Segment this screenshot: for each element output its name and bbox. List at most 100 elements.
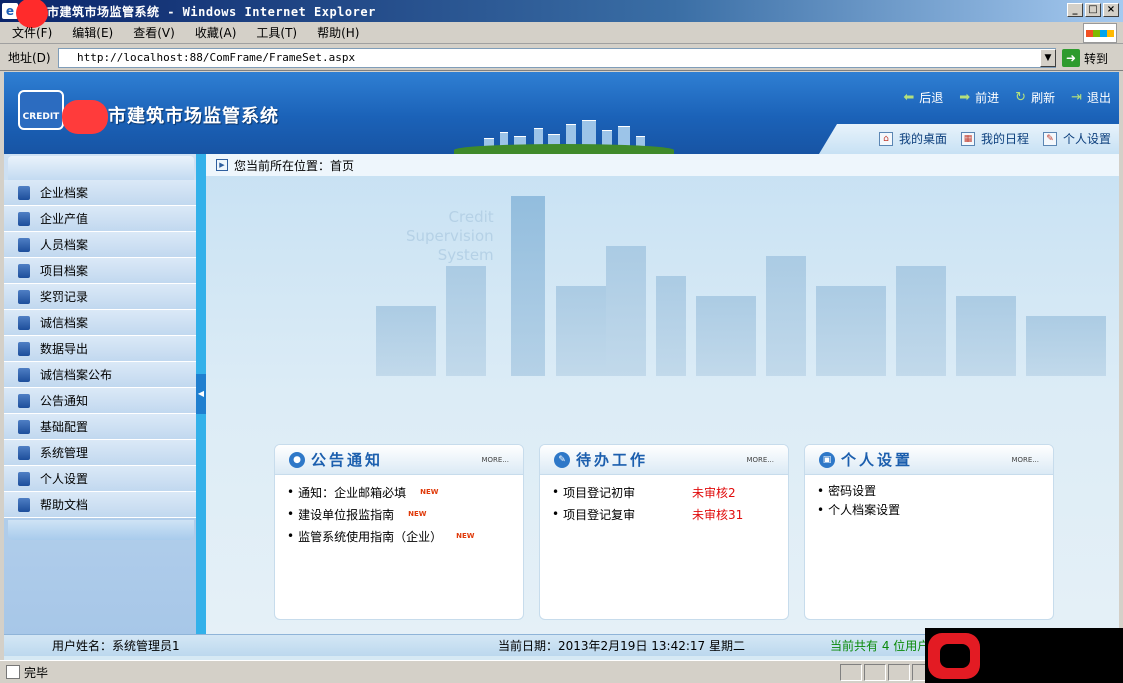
system-title: 市建筑市场监管系统 xyxy=(108,106,279,127)
sidebar-item-help-docs[interactable]: 帮助文档 xyxy=(4,492,196,518)
minimize-button[interactable]: _ xyxy=(1067,3,1083,17)
sidebar-item-project-archive[interactable]: 项目档案 xyxy=(4,258,196,284)
personal-item[interactable]: • 个人档案设置 xyxy=(817,500,1053,519)
app-header: CREDIT 市建筑市场监管系统 ⬅ 后退 ➡ 前进 ↻ 刷新 ⇥ 退出 ⌂ 我… xyxy=(4,72,1119,154)
address-input[interactable]: http://localhost:88/ComFrame/FrameSet.as… xyxy=(58,48,1056,68)
notice-item[interactable]: • 通知：企业邮箱必填 NEW xyxy=(287,481,523,503)
menu-edit[interactable]: 编辑(E) xyxy=(60,24,121,41)
book-icon xyxy=(18,263,30,278)
sidebar-item-credit-publish[interactable]: 诚信档案公布 xyxy=(4,362,196,388)
breadcrumb-text: 您当前所在位置：首页 xyxy=(234,158,355,173)
city-background xyxy=(206,176,1119,376)
address-dropdown-icon[interactable]: ▼ xyxy=(1040,49,1056,67)
sidebar-item-label: 公告通知 xyxy=(40,394,89,408)
my-schedule-link[interactable]: ▦ 我的日程 xyxy=(960,130,1029,147)
exit-icon: ⇥ xyxy=(1071,90,1082,105)
new-badge-icon: NEW xyxy=(408,510,427,518)
windows-logo-icon xyxy=(1083,23,1117,43)
todo-item[interactable]: • 项目登记复审 未审核31 xyxy=(552,503,788,525)
sidebar-item-personnel-archive[interactable]: 人员档案 xyxy=(4,232,196,258)
watermark-line: Credit xyxy=(448,208,494,226)
menu-help[interactable]: 帮助(H) xyxy=(305,24,367,41)
menubar: 文件(F) 编辑(E) 查看(V) 收藏(A) 工具(T) 帮助(H) xyxy=(0,22,1123,44)
personal-settings-label: 个人设置 xyxy=(1062,132,1111,146)
menu-tools[interactable]: 工具(T) xyxy=(244,24,305,41)
refresh-icon: ↻ xyxy=(1015,90,1027,105)
notice-panel-title: 公告通知 xyxy=(311,451,384,469)
sidebar-item-system-admin[interactable]: 系统管理 xyxy=(4,440,196,466)
app-frame: CREDIT 市建筑市场监管系统 ⬅ 后退 ➡ 前进 ↻ 刷新 ⇥ 退出 ⌂ 我… xyxy=(4,72,1119,662)
address-bar: 地址(D) http://localhost:88/ComFrame/Frame… xyxy=(0,45,1123,71)
todo-item-text: 项目登记复审 xyxy=(563,507,636,522)
sidebar-item-announcements[interactable]: 公告通知 xyxy=(4,388,196,414)
book-icon xyxy=(18,419,30,434)
forward-arrow-icon: ➡ xyxy=(959,90,971,105)
go-button[interactable]: ➜ 转到 xyxy=(1062,48,1108,68)
sidebar-item-label: 奖罚记录 xyxy=(40,290,89,304)
todo-status[interactable]: 未审核2 xyxy=(692,484,736,501)
notice-item-text: 监管系统使用指南（企业） xyxy=(298,529,443,544)
personal-item[interactable]: • 密码设置 xyxy=(817,481,1053,500)
sidebar-item-personal-settings[interactable]: 个人设置 xyxy=(4,466,196,492)
todo-panel: ✎ 待办工作 MORE... • 项目登记初审 未审核2 • 项目登记复审 未审核31 xyxy=(539,444,789,620)
personal-settings-link[interactable]: ✎ 个人设置 xyxy=(1042,130,1111,147)
back-button[interactable]: ⬅ 后退 xyxy=(903,89,943,106)
todo-item[interactable]: • 项目登记初审 未审核2 xyxy=(552,481,788,503)
book-icon xyxy=(18,315,30,330)
forward-label: 前进 xyxy=(975,91,1000,105)
book-icon xyxy=(18,237,30,252)
hill-decoration xyxy=(454,144,674,154)
notice-item[interactable]: • 建设单位报监指南 NEW xyxy=(287,503,523,525)
sidebar-item-label: 帮助文档 xyxy=(40,498,89,512)
menu-view[interactable]: 查看(V) xyxy=(121,24,183,41)
todo-more-link[interactable]: MORE... xyxy=(746,456,774,464)
personal-more-link[interactable]: MORE... xyxy=(1011,456,1039,464)
menu-file[interactable]: 文件(F) xyxy=(0,24,60,41)
sidebar-item-rewards-penalties[interactable]: 奖罚记录 xyxy=(4,284,196,310)
sidebar-footer xyxy=(8,520,194,540)
todo-status[interactable]: 未审核31 xyxy=(692,506,743,523)
exit-button[interactable]: ⇥ 退出 xyxy=(1071,89,1111,106)
book-icon xyxy=(18,211,30,226)
sidebar-cap xyxy=(8,156,194,180)
forward-button[interactable]: ➡ 前进 xyxy=(959,89,999,106)
credit-watermark: Credit Supervision System xyxy=(406,208,494,265)
refresh-label: 刷新 xyxy=(1031,91,1056,105)
sub-navigation: ⌂ 我的桌面 ▦ 我的日程 ✎ 个人设置 xyxy=(878,130,1111,147)
book-icon xyxy=(18,393,30,408)
sidebar-item-data-export[interactable]: 数据导出 xyxy=(4,336,196,362)
sidebar-item-enterprise-output[interactable]: 企业产值 xyxy=(4,206,196,232)
sidebar-item-label: 基础配置 xyxy=(40,420,89,434)
my-desktop-link[interactable]: ⌂ 我的桌面 xyxy=(878,130,947,147)
sidebar-item-credit-archive[interactable]: 诚信档案 xyxy=(4,310,196,336)
menu-favorites[interactable]: 收藏(A) xyxy=(183,24,245,41)
maximize-button[interactable]: □ xyxy=(1085,3,1101,17)
collapse-sidebar-icon[interactable]: ◀ xyxy=(196,374,206,414)
sidebar-item-enterprise-archive[interactable]: 企业档案 xyxy=(4,180,196,206)
todo-item-text: 项目登记初审 xyxy=(563,485,636,500)
close-button[interactable]: × xyxy=(1103,3,1119,17)
personal-panel: ▣ 个人设置 MORE... • 密码设置 • 个人档案设置 xyxy=(804,444,1054,620)
sidebar-item-label: 个人设置 xyxy=(40,472,89,486)
sidebar-item-basic-config[interactable]: 基础配置 xyxy=(4,414,196,440)
browser-status-text: 完毕 xyxy=(24,665,49,680)
refresh-button[interactable]: ↻ 刷新 xyxy=(1015,89,1055,106)
notice-panel-header: ● 公告通知 MORE... xyxy=(275,445,523,475)
notice-more-link[interactable]: MORE... xyxy=(481,456,509,464)
current-date: 当前日期：2013年2月19日 13:42:17 星期二 xyxy=(498,639,745,653)
sidebar-item-label: 项目档案 xyxy=(40,264,89,278)
personal-item-text: 个人档案设置 xyxy=(828,503,901,517)
speech-bubble-icon: ● xyxy=(289,451,305,468)
my-desktop-label: 我的桌面 xyxy=(898,132,947,146)
book-icon xyxy=(18,367,30,382)
sidebar-splitter[interactable]: ◀ xyxy=(196,154,206,634)
sidebar-item-label: 人员档案 xyxy=(40,238,89,252)
credit-logo: CREDIT xyxy=(18,90,64,130)
exit-label: 退出 xyxy=(1086,91,1111,105)
book-icon xyxy=(18,471,30,486)
calendar-icon: ▦ xyxy=(960,131,975,146)
personal-panel-title: 个人设置 xyxy=(841,451,914,469)
go-label: 转到 xyxy=(1084,51,1109,66)
notice-item[interactable]: • 监管系统使用指南（企业） NEW xyxy=(287,525,523,547)
personal-panel-header: ▣ 个人设置 MORE... xyxy=(805,445,1053,475)
